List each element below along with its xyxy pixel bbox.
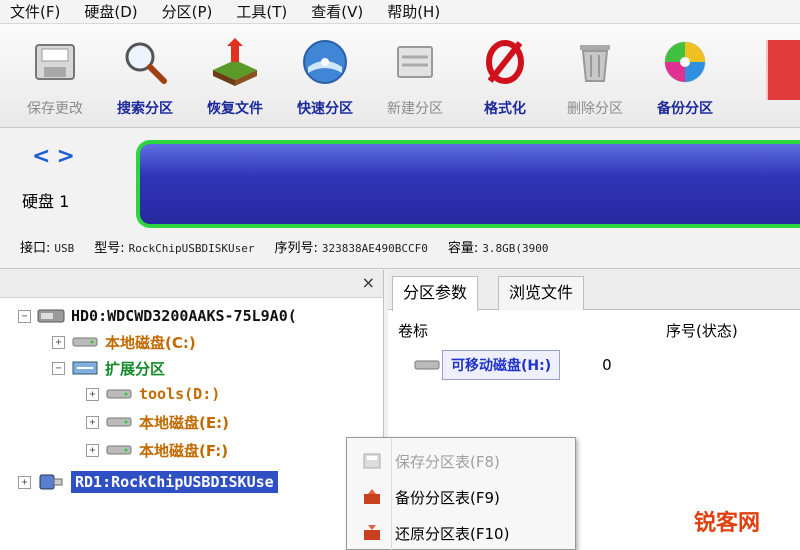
tab-bar: 分区参数 浏览文件: [388, 270, 800, 311]
prev-disk-button[interactable]: <: [32, 144, 56, 169]
disk-label: 硬盘 1: [22, 192, 70, 211]
context-menu: 保存分区表(F8) 备份分区表(F9) 还原分区表(F10): [346, 437, 576, 550]
disk-interface: 接口: USB: [20, 241, 75, 256]
save-changes-button[interactable]: 保存更改: [10, 24, 100, 124]
tree-node-hd0[interactable]: − HD0:WDCWD3200AAKS-75L9A0(: [18, 304, 297, 328]
disk-capacity: 容量: 3.8GB(3900: [447, 241, 549, 256]
disk-tree-panel: × − HD0:WDCWD3200AAKS-75L9A0( + 本地磁盘(C:)…: [0, 270, 384, 550]
menu-item-label: 保存分区表(F8): [395, 452, 500, 471]
expand-icon[interactable]: +: [86, 443, 99, 457]
partition-icon: [106, 445, 132, 455]
tree-node-label-selected: RD1:RockChipUSBDISKUse: [71, 471, 278, 493]
save-table-icon: [359, 451, 385, 471]
format-label: 格式化: [484, 101, 526, 117]
backup-table-icon: [359, 487, 385, 507]
save-changes-label: 保存更改: [27, 101, 83, 117]
close-icon[interactable]: ×: [362, 273, 375, 292]
quick-partition-label: 快速分区: [297, 101, 353, 117]
menu-save-partition-table[interactable]: 保存分区表(F8): [347, 444, 577, 478]
format-icon: [479, 36, 531, 88]
save-changes-icon: [29, 36, 81, 88]
tree-node-d[interactable]: + tools(D:): [86, 382, 220, 406]
search-partition-icon: [119, 36, 171, 88]
menu-help[interactable]: 帮助(H): [377, 1, 454, 22]
partition-bar[interactable]: [136, 140, 800, 228]
format-button[interactable]: 格式化: [460, 24, 550, 124]
menu-bar: 文件(F) 硬盘(D) 分区(P) 工具(T) 查看(V) 帮助(H): [0, 0, 800, 24]
tree-node-f[interactable]: + 本地磁盘(F:): [86, 438, 228, 462]
menu-view[interactable]: 查看(V): [301, 1, 377, 22]
table-row[interactable]: 可移动磁盘(H:) 0: [412, 348, 792, 382]
menu-file[interactable]: 文件(F): [0, 1, 74, 22]
delete-partition-button[interactable]: 删除分区: [550, 24, 640, 124]
menu-item-label: 还原分区表(F10): [395, 524, 510, 543]
expand-icon[interactable]: +: [86, 387, 99, 401]
search-partition-button[interactable]: 搜索分区: [100, 24, 190, 124]
disk-model: 型号: RockChipUSBDISKUser: [94, 241, 255, 256]
tree-node-label: HD0:WDCWD3200AAKS-75L9A0(: [71, 307, 297, 325]
tree-node-e[interactable]: + 本地磁盘(E:): [86, 410, 229, 434]
hard-disk-icon: [37, 309, 65, 323]
tree-node-label: 扩展分区: [105, 359, 166, 378]
watermark: 锐客网: [693, 511, 760, 536]
menu-disk[interactable]: 硬盘(D): [74, 1, 151, 22]
recover-files-label: 恢复文件: [207, 101, 263, 117]
partition-icon: [72, 337, 98, 347]
row-volume-label: 可移动磁盘(H:): [442, 350, 561, 380]
backup-partition-label: 备份分区: [657, 101, 713, 117]
tab-partition-params[interactable]: 分区参数: [392, 276, 479, 311]
disk-serial: 序列号: 323838AE490BCCF0: [274, 241, 428, 256]
tree-node-label: 本地磁盘(F:): [139, 441, 229, 460]
tree-node-label: 本地磁盘(E:): [139, 413, 229, 432]
next-disk-button[interactable]: >: [56, 144, 80, 169]
menu-item-label: 备份分区表(F9): [395, 488, 500, 507]
toolbar-overflow-icon[interactable]: [766, 40, 800, 100]
toolbar: 保存更改 搜索分区 恢复文件 快速分区 新建分区 格式化 删除分区 备份分区: [0, 24, 800, 128]
quick-partition-icon: [299, 36, 351, 88]
col-volume-label[interactable]: 卷标: [398, 320, 428, 341]
expand-icon[interactable]: +: [52, 335, 65, 349]
collapse-icon[interactable]: −: [18, 309, 31, 323]
menu-partition[interactable]: 分区(P): [152, 1, 227, 22]
menu-backup-partition-table[interactable]: 备份分区表(F9): [347, 480, 577, 514]
tree-node-c[interactable]: + 本地磁盘(C:): [52, 330, 196, 354]
recover-files-button[interactable]: 恢复文件: [190, 24, 280, 124]
col-seq-status[interactable]: 序号(状态): [666, 320, 738, 341]
disk-info: 接口: USB 型号: RockChipUSBDISKUser 序列号: 323838…: [20, 237, 548, 256]
restore-table-icon: [359, 523, 385, 543]
collapse-icon[interactable]: −: [52, 361, 65, 375]
tab-browse-files[interactable]: 浏览文件: [498, 276, 585, 310]
partition-icon: [106, 389, 132, 399]
tree-node-label: tools(D:): [139, 385, 221, 403]
expand-icon[interactable]: +: [18, 475, 31, 489]
tree-node-extended[interactable]: − 扩展分区: [52, 356, 165, 380]
delete-partition-label: 删除分区: [567, 101, 623, 117]
new-partition-label: 新建分区: [387, 101, 443, 117]
menu-restore-partition-table[interactable]: 还原分区表(F10): [347, 516, 577, 550]
removable-disk-icon: [414, 360, 440, 370]
search-partition-label: 搜索分区: [117, 101, 173, 117]
usb-disk-icon: [39, 474, 63, 490]
disk-nav: <>: [32, 144, 81, 169]
menu-tools[interactable]: 工具(T): [226, 1, 301, 22]
new-partition-icon: [389, 36, 441, 88]
expand-icon[interactable]: +: [86, 415, 99, 429]
tree-node-rd1[interactable]: + RD1:RockChipUSBDISKUse: [18, 470, 278, 494]
extended-partition-icon: [72, 361, 98, 375]
tree-node-label: 本地磁盘(C:): [105, 333, 196, 352]
backup-partition-button[interactable]: 备份分区: [640, 24, 730, 124]
quick-partition-button[interactable]: 快速分区: [280, 24, 370, 124]
row-seq: 0: [602, 356, 612, 374]
tree-header: ×: [0, 270, 383, 298]
recover-files-icon: [209, 36, 261, 88]
backup-partition-icon: [659, 36, 711, 88]
new-partition-button[interactable]: 新建分区: [370, 24, 460, 124]
column-header: 卷标 序号(状态): [388, 316, 800, 346]
delete-partition-icon: [569, 36, 621, 88]
partition-icon: [106, 417, 132, 427]
